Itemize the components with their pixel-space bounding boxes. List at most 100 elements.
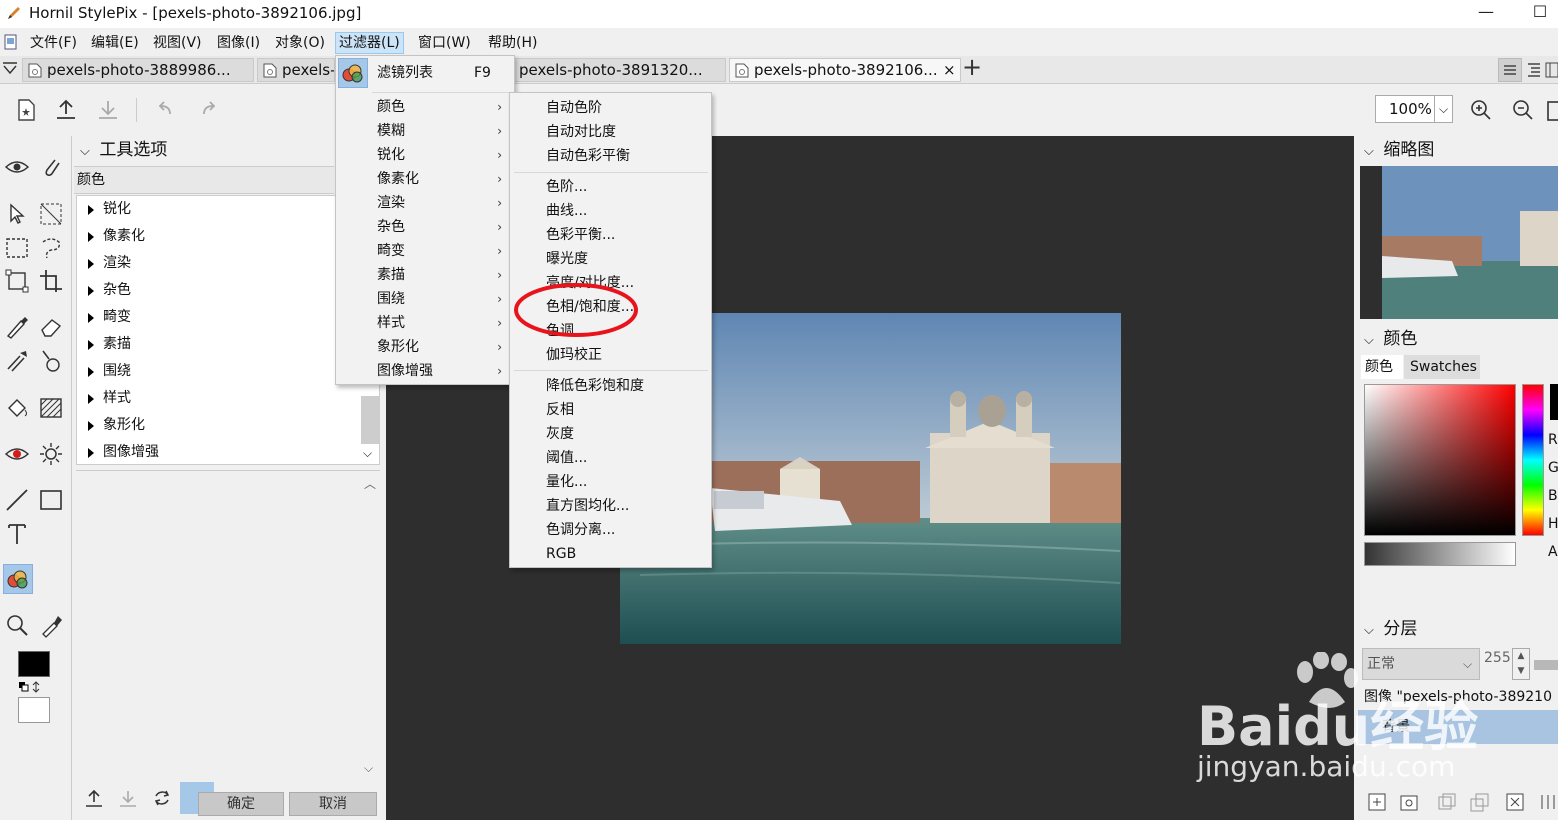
thumbnail-image[interactable] [1382,166,1558,319]
filter-category-select[interactable]: 颜色 [74,166,334,194]
filter-tool-active[interactable] [3,564,33,594]
menu-item-render[interactable]: 渲染 › [336,191,514,215]
foreground-color-swatch[interactable] [18,651,50,677]
list-item[interactable]: 锐化 [81,196,131,223]
list-item[interactable]: 杂色 [81,277,131,304]
opacity-slider[interactable] [1534,660,1558,670]
download-icon[interactable] [94,96,122,124]
swap-colors-icon[interactable] [18,681,46,693]
undo-icon[interactable] [150,96,178,124]
list-item[interactable]: 围绕 [81,358,131,385]
pointer-icon[interactable] [3,200,31,228]
list-item[interactable]: 渲染 [81,250,131,277]
rect-select-icon[interactable] [3,234,31,262]
line-icon[interactable] [3,486,31,514]
menu-edit[interactable]: 编辑(E) [88,32,142,54]
tab-close-button[interactable]: × [943,59,956,81]
menu-item-desaturate[interactable]: 降低色彩饱和度 [510,374,644,398]
crop-select-icon[interactable] [37,200,65,228]
transform-icon[interactable] [3,267,31,295]
menu-item-posterize[interactable]: 色调分离... [510,518,615,542]
blend-mode-select[interactable]: 正常 ⌵ [1362,648,1480,680]
menu-item-auto-levels[interactable]: 自动色阶 [510,96,602,120]
menu-item-enhance[interactable]: 图像增强 › [336,359,514,383]
tab-color[interactable]: 颜色 [1361,355,1403,379]
paperclip-icon[interactable] [37,153,65,181]
cancel-button[interactable]: 取消 [289,792,377,816]
lasso-icon[interactable] [37,234,65,262]
reset-icon[interactable] [150,786,174,810]
list-item[interactable]: 图像增强 [81,439,159,466]
scroll-down-icon[interactable]: ⌵ [364,761,373,776]
thumbnail-header[interactable]: ⌵ 缩略图 [1364,137,1554,163]
layers-header[interactable]: ⌵ 分层 [1364,616,1554,642]
menu-item-gamma[interactable]: 伽玛校正 [510,343,602,367]
menu-item-auto-color-balance[interactable]: 自动色彩平衡 [510,144,630,168]
zoom-in-icon[interactable] [1467,96,1495,124]
alpha-slider[interactable] [1364,542,1516,566]
eye-icon[interactable] [3,153,31,181]
rectangle-icon[interactable] [37,486,65,514]
menu-image[interactable]: 图像(I) [214,32,263,54]
saturation-value-picker[interactable] [1364,384,1516,536]
layer-group-name[interactable]: 图像 "pexels-photo-389210 [1364,686,1558,706]
new-tab-button[interactable]: + [962,54,982,80]
menu-item-distort[interactable]: 畸变 › [336,239,514,263]
list-item[interactable]: 样式 [81,385,131,412]
text-icon[interactable] [3,520,31,548]
opacity-value[interactable]: 255 [1484,650,1511,666]
zoom-select[interactable]: 100% ⌵ [1375,95,1453,123]
list-item[interactable]: 像素化 [81,223,145,250]
document-menu-icon[interactable] [3,34,19,50]
menu-item-artistic[interactable]: 象形化 › [336,335,514,359]
eyedropper-icon[interactable] [37,611,65,639]
color-header[interactable]: ⌵ 颜色 [1364,326,1554,352]
export-preset-icon[interactable] [116,786,140,810]
menu-file[interactable]: 文件(F) [27,32,80,54]
upload-icon[interactable] [52,96,80,124]
scroll-up-icon[interactable]: ︿ [364,475,376,492]
menu-item-invert[interactable]: 反相 [510,398,574,422]
gradient-pattern-icon[interactable] [37,394,65,422]
opacity-stepper[interactable]: ▲ ▼ [1512,648,1530,680]
menu-view[interactable]: 视图(V) [150,32,205,54]
fit-window-icon[interactable] [1546,96,1558,124]
menu-item-auto-contrast[interactable]: 自动对比度 [510,120,616,144]
healing-icon[interactable] [37,347,65,375]
menu-item-grayscale[interactable]: 灰度 [510,422,574,446]
list-item[interactable]: 畸变 [81,304,131,331]
minimize-button[interactable]: — [1466,2,1506,24]
tab-document-2[interactable]: pexels- [257,58,335,82]
list-scrollbar-thumb[interactable] [361,396,379,444]
layer-row-selected[interactable]: 背景 [1358,710,1558,744]
delete-layer-icon[interactable] [1504,791,1526,813]
duplicate-layer-icon[interactable] [1436,791,1458,813]
menu-item-threshold[interactable]: 阈值... [510,446,587,470]
redo-icon[interactable] [196,96,224,124]
menu-item-blur[interactable]: 模糊 › [336,119,514,143]
menu-item-color[interactable]: 颜色 › [336,95,514,119]
menu-item-curves[interactable]: 曲线... [510,199,587,223]
menu-item-surround[interactable]: 围绕 › [336,287,514,311]
hue-slider[interactable] [1522,384,1544,536]
menu-item-filter-list[interactable]: 滤镜列表 F9 [336,61,514,85]
layer-options-icon[interactable] [1538,791,1558,813]
menu-item-style[interactable]: 样式 › [336,311,514,335]
eraser-icon[interactable] [37,313,65,341]
brush-icon[interactable] [3,313,31,341]
tab-list-chevron-icon[interactable] [2,62,18,76]
tab-document-1[interactable]: pexels-photo-3889986... [22,58,254,82]
menu-item-sharpen[interactable]: 锐化 › [336,143,514,167]
ok-button[interactable]: 确定 [198,792,284,816]
maximize-button[interactable]: ☐ [1520,2,1558,24]
tree-view-icon[interactable] [1526,62,1542,78]
menu-object[interactable]: 对象(O) [272,32,328,54]
import-preset-icon[interactable] [82,786,106,810]
new-layer-from-file-icon[interactable] [1398,791,1420,813]
menu-item-noise[interactable]: 杂色 › [336,215,514,239]
merge-layer-icon[interactable] [1468,791,1490,813]
zoom-out-icon[interactable] [1509,96,1537,124]
menu-item-color-balance[interactable]: 色彩平衡... [510,223,615,247]
menu-item-exposure[interactable]: 曝光度 [510,247,588,271]
panel-layout-icon[interactable] [1545,62,1558,78]
